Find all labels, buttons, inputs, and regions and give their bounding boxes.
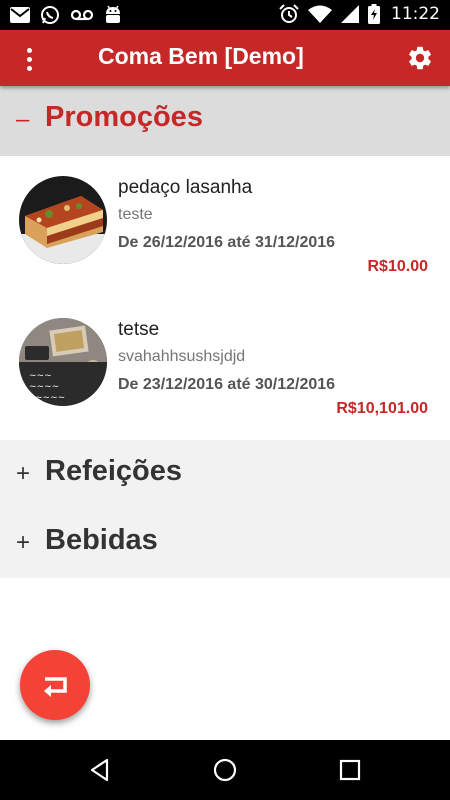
section-title: Promoções [45, 101, 203, 133]
item-price: R$10.00 [367, 258, 429, 275]
item-description: teste [118, 206, 153, 223]
svg-text:~~~: ~~~ [29, 371, 52, 381]
signal-icon [341, 5, 359, 23]
notification-icons [10, 5, 122, 25]
navigation-bar [0, 740, 450, 800]
whatsapp-icon [41, 6, 59, 24]
app-bar: Coma Bem [Demo] [0, 30, 450, 86]
item-dates: De 26/12/2016 até 31/12/2016 [118, 234, 336, 251]
item-description: svahahhsushsjdjd [118, 348, 246, 365]
expand-icon: + [16, 529, 31, 556]
status-bar: 11:22 [0, 0, 450, 30]
section-header-bebidas[interactable]: + Bebidas [0, 509, 450, 578]
item-name: pedaço lasanha [118, 177, 253, 198]
email-icon [10, 7, 30, 23]
return-icon [44, 677, 67, 697]
collapse-icon: – [16, 106, 30, 133]
item-thumbnail [19, 176, 107, 264]
recents-icon[interactable] [337, 757, 363, 783]
overflow-menu-button[interactable] [18, 46, 40, 72]
expand-icon: + [16, 460, 31, 487]
android-icon [106, 5, 120, 23]
clock: 11:22 [391, 4, 440, 24]
svg-text:~~~~: ~~~~ [35, 393, 65, 403]
item-name: tetse [118, 319, 160, 340]
collapsed-sections: + Refeições + Bebidas [0, 440, 450, 578]
section-title: Bebidas [45, 524, 158, 556]
item-price: R$10,101.00 [336, 400, 428, 417]
list-item[interactable]: pedaço lasanha teste De 26/12/2016 até 3… [0, 156, 450, 298]
back-icon[interactable] [87, 757, 113, 783]
gear-icon[interactable] [406, 44, 434, 72]
battery-icon [368, 4, 380, 24]
voicemail-icon [70, 9, 94, 21]
home-icon[interactable] [212, 757, 238, 783]
return-fab-button[interactable] [20, 650, 90, 720]
wifi-icon [308, 5, 332, 23]
alarm-icon [279, 4, 299, 23]
section-header-promocoes[interactable]: – Promoções [0, 86, 450, 156]
system-icons: 11:22 [279, 4, 440, 24]
item-dates: De 23/12/2016 até 30/12/2016 [118, 376, 336, 393]
svg-text:~~~~: ~~~~ [29, 382, 59, 392]
section-title: Refeições [45, 455, 183, 487]
app-title: Coma Bem [Demo] [98, 43, 304, 69]
list-item[interactable]: ~~~ ~~~~ ~~~~ tetse svahahhsushsjdjd De … [0, 298, 450, 440]
section-header-refeicoes[interactable]: + Refeições [0, 440, 450, 509]
item-thumbnail: ~~~ ~~~~ ~~~~ [19, 318, 107, 406]
